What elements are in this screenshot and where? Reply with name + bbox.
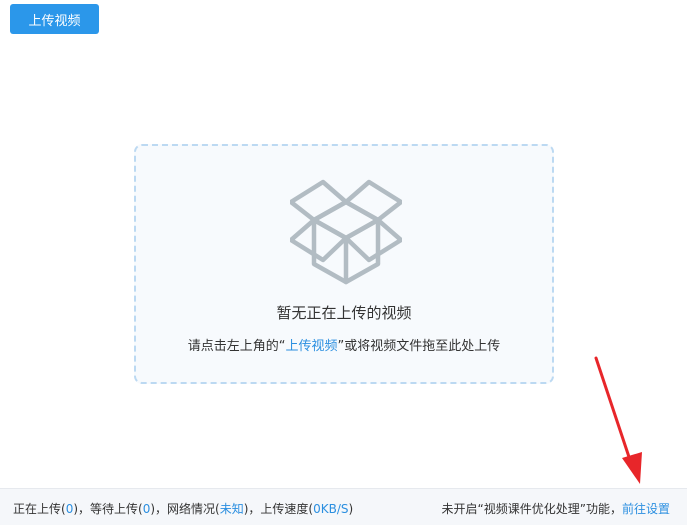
uploading-label: 正在上传(	[13, 502, 66, 516]
upload-video-button[interactable]: 上传视频	[10, 4, 99, 34]
hint-suffix: ”或将视频文件拖至此处上传	[337, 339, 501, 354]
empty-state-hint: 请点击左上角的“上传视频”或将视频文件拖至此处上传	[136, 335, 552, 354]
empty-state-title: 暂无正在上传的视频	[276, 304, 412, 322]
open-box-icon	[290, 179, 402, 285]
network-label: )，网络情况(	[150, 502, 220, 516]
go-to-settings-link[interactable]: 前往设置	[622, 502, 670, 516]
network-value: 未知	[219, 502, 244, 516]
upload-status: 正在上传(0)，等待上传(0)，网络情况(未知)，上传速度(0KB/S)	[13, 500, 353, 517]
optimize-status: 未开启“视频课件优化处理”功能，前往设置	[442, 500, 670, 517]
optimize-text: 未开启“视频课件优化处理”功能，	[441, 502, 622, 516]
waiting-label: )，等待上传(	[73, 502, 143, 516]
status-bar: 正在上传(0)，等待上传(0)，网络情况(未知)，上传速度(0KB/S) 未开启…	[0, 488, 687, 525]
hint-prefix: 请点击左上角的“	[187, 339, 286, 354]
hint-upload-link[interactable]: 上传视频	[285, 339, 337, 354]
speed-value: 0KB/S	[313, 502, 349, 516]
speed-label: )，上传速度(	[243, 502, 314, 516]
speed-close: )	[348, 502, 354, 516]
upload-dropzone[interactable]: 暂无正在上传的视频 请点击左上角的“上传视频”或将视频文件拖至此处上传	[134, 144, 554, 384]
annotation-arrow-icon	[594, 356, 642, 484]
